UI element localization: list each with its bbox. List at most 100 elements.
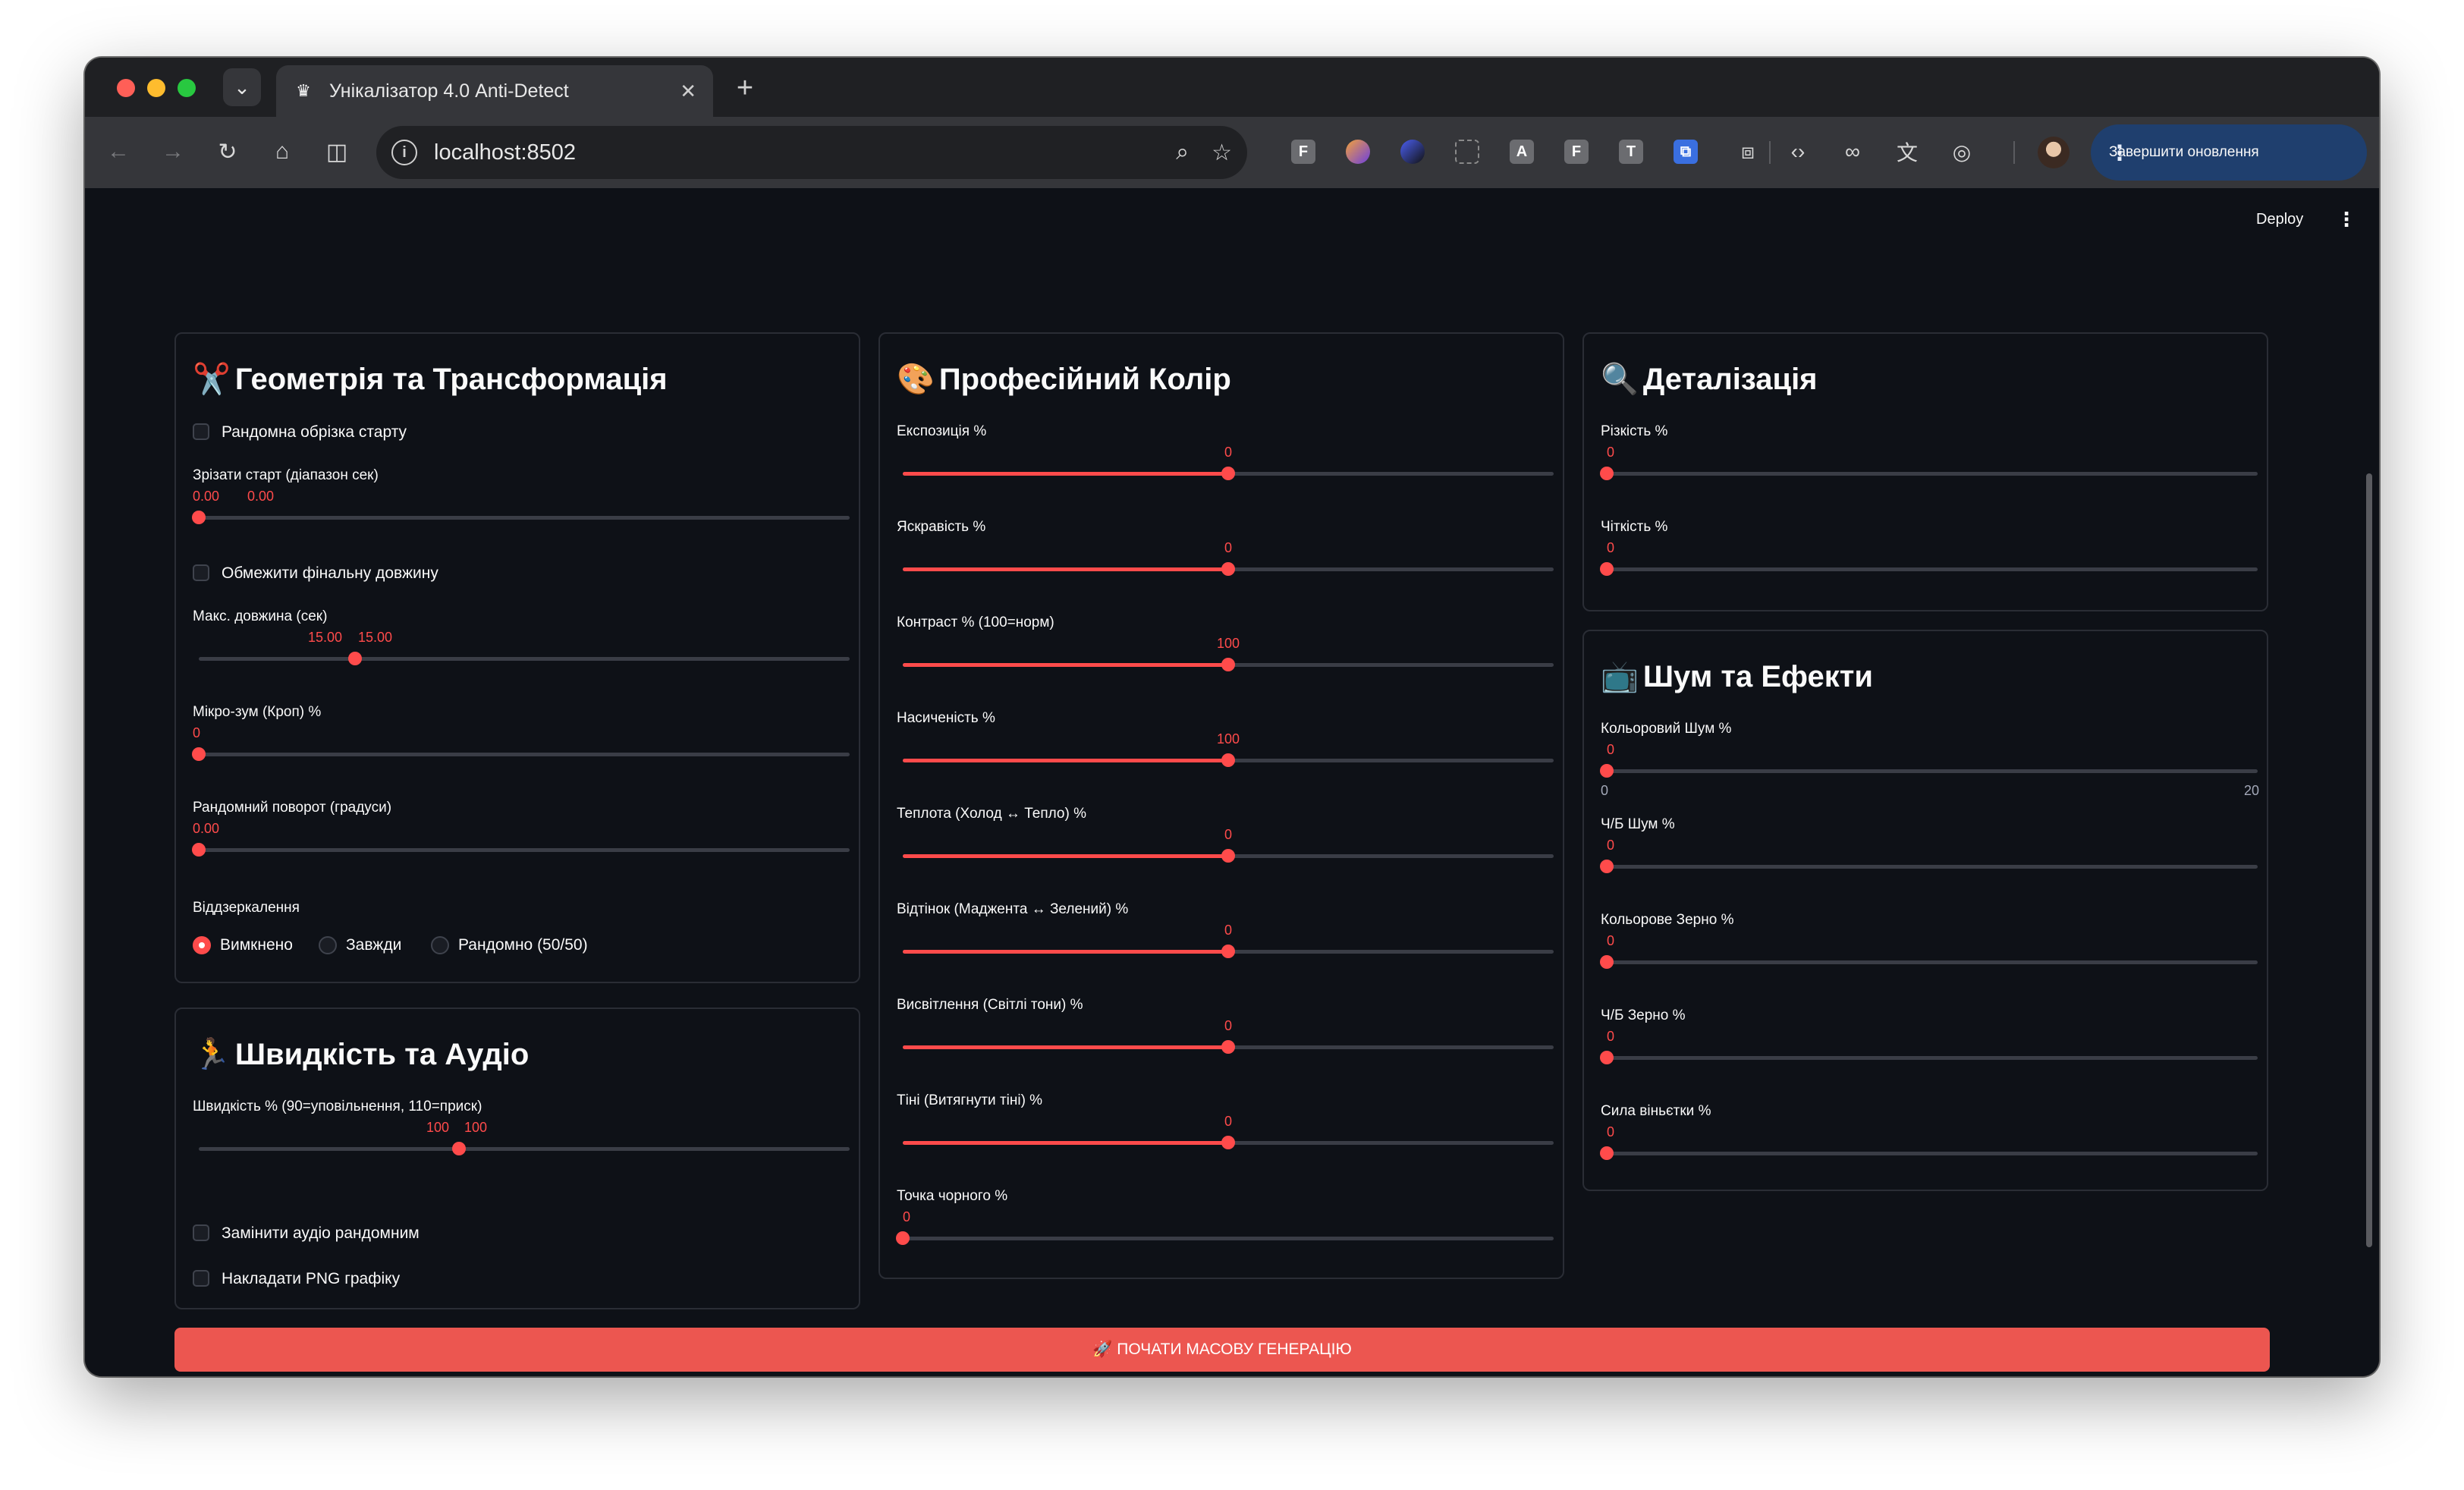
zoom-magnifier-icon[interactable]: ⌕ <box>1176 140 1189 165</box>
noise-slider-thumb[interactable] <box>1600 764 1614 778</box>
geometry-title-text: Геометрія та Трансформація <box>234 363 668 396</box>
extension-screenshot-icon[interactable] <box>1455 140 1479 164</box>
detail-title: 🔍 Деталізація <box>1601 361 1818 397</box>
mirror-always-radio[interactable] <box>319 936 337 954</box>
mirror-off-radio[interactable] <box>193 936 211 954</box>
extension-t-icon[interactable]: T <box>1619 140 1643 164</box>
app-menu-kebab-icon[interactable]: ⋮ <box>2337 208 2356 231</box>
extension-f-icon[interactable]: F <box>1291 140 1315 164</box>
noise-slider-label: Кольорове Зерно % <box>1601 912 1734 928</box>
extensions-puzzle-icon[interactable]: ⧈ <box>1731 135 1765 168</box>
extension-translate-icon[interactable]: ⧉ <box>1674 140 1698 164</box>
trim-start-slider[interactable] <box>192 511 850 524</box>
noise-slider[interactable] <box>1600 860 2258 873</box>
overlay-png-checkbox[interactable] <box>193 1270 209 1287</box>
noise-slider[interactable] <box>1600 955 2258 969</box>
limit-length-checkbox[interactable] <box>193 564 209 581</box>
start-generation-button[interactable]: 🚀 ПОЧАТИ МАСОВУ ГЕНЕРАЦІЮ <box>174 1328 2270 1372</box>
rotation-thumb[interactable] <box>192 843 206 857</box>
finish-update-button[interactable]: Завершити оновлення ⋮ <box>2091 124 2367 181</box>
detail-slider-thumb[interactable] <box>1600 467 1614 480</box>
noise-slider[interactable] <box>1600 1146 2258 1160</box>
back-arrow-icon[interactable]: ← <box>100 134 137 170</box>
site-info-icon[interactable]: i <box>391 140 417 165</box>
micro-zoom-thumb[interactable] <box>192 747 206 761</box>
forward-arrow-icon[interactable]: → <box>155 134 191 170</box>
speed-audio-card: 🏃 Швидкість та Аудіо Швидкість % (90=упов… <box>174 1007 860 1309</box>
close-window-button[interactable] <box>117 79 135 97</box>
mirror-label: Віддзеркалення <box>193 900 300 916</box>
profile-avatar[interactable] <box>2038 137 2070 168</box>
deploy-button[interactable]: Deploy <box>2256 211 2303 228</box>
random-crop-checkbox[interactable] <box>193 423 209 440</box>
link-icon[interactable]: ∞ <box>1836 135 1869 168</box>
color-slider[interactable] <box>903 1040 1554 1054</box>
color-slider-thumb[interactable] <box>896 1231 910 1245</box>
detail-slider[interactable] <box>1600 562 2258 576</box>
new-tab-plus-icon[interactable]: + <box>728 71 762 105</box>
noise-slider-thumb[interactable] <box>1600 1146 1614 1160</box>
overlay-png-label: Накладати PNG графіку <box>222 1270 401 1287</box>
noise-slider[interactable] <box>1600 1051 2258 1064</box>
speed-slider[interactable] <box>199 1142 850 1155</box>
noise-slider-thumb[interactable] <box>1600 1051 1614 1064</box>
extension-sun-icon[interactable] <box>1346 140 1370 164</box>
color-slider-thumb[interactable] <box>1221 562 1235 576</box>
replace-audio-checkbox[interactable] <box>193 1224 209 1241</box>
color-slider-fill <box>903 1045 1228 1049</box>
color-slider-thumb[interactable] <box>1221 1040 1235 1054</box>
minimize-window-button[interactable] <box>147 79 165 97</box>
color-slider-thumb[interactable] <box>1221 1136 1235 1149</box>
rotation-slider[interactable] <box>192 843 850 857</box>
max-length-thumb[interactable] <box>347 652 362 665</box>
color-slider[interactable] <box>903 467 1554 480</box>
color-slider-thumb[interactable] <box>1221 849 1235 863</box>
crown-icon: ♛ <box>296 81 311 100</box>
maximize-window-button[interactable] <box>178 79 196 97</box>
extension-moon-icon[interactable] <box>1400 140 1425 164</box>
color-slider[interactable] <box>903 658 1554 671</box>
color-slider[interactable] <box>903 849 1554 863</box>
color-slider[interactable] <box>903 1136 1554 1149</box>
color-slider[interactable] <box>896 1231 1554 1245</box>
color-slider-thumb[interactable] <box>1221 753 1235 767</box>
split-view-icon[interactable]: ◫ <box>319 134 355 170</box>
color-title-text: Професійний Колір <box>938 363 1231 396</box>
noise-slider-thumb[interactable] <box>1600 955 1614 969</box>
speed-thumb[interactable] <box>452 1142 467 1155</box>
noise-slider[interactable] <box>1600 764 2258 778</box>
color-slider[interactable] <box>903 945 1554 958</box>
mirror-random-radio[interactable] <box>431 936 449 954</box>
max-length-low-value: 15.00 <box>308 630 343 645</box>
devtools-code-icon[interactable]: ‹› <box>1781 135 1815 168</box>
detail-card: 🔍 Деталізація Різкість % 0 Чіткість % 0 <box>1582 332 2268 611</box>
detail-slider[interactable] <box>1600 467 2258 480</box>
color-slider[interactable] <box>903 562 1554 576</box>
detail-slider-thumb[interactable] <box>1600 562 1614 576</box>
tab-search-chevron-icon[interactable]: ⌄ <box>223 68 261 106</box>
reload-icon[interactable]: ↻ <box>209 134 246 170</box>
lens-camera-icon[interactable]: ◎ <box>1945 135 1978 168</box>
color-slider-thumb[interactable] <box>1221 658 1235 671</box>
extension-a-icon[interactable]: A <box>1510 140 1534 164</box>
color-slider[interactable] <box>903 753 1554 767</box>
translate-icon[interactable]: 文 <box>1890 135 1924 168</box>
page-scrollbar[interactable] <box>2366 473 2372 1247</box>
url-text[interactable]: localhost:8502 <box>434 140 1153 165</box>
noise-slider-value: 0 <box>1607 742 1615 757</box>
address-bar[interactable]: i localhost:8502 ⌕ ☆ <box>376 126 1247 179</box>
bookmark-star-icon[interactable]: ☆ <box>1212 140 1232 166</box>
home-icon[interactable]: ⌂ <box>264 134 300 170</box>
browser-tab[interactable]: ♛ Унікалізатор 4.0 Anti-Detect ✕ <box>276 65 713 117</box>
color-slider-thumb[interactable] <box>1221 945 1235 958</box>
trim-start-thumb[interactable] <box>192 511 206 524</box>
speed-high-value: 100 <box>464 1120 488 1135</box>
color-slider-label: Яскравість % <box>897 519 986 535</box>
color-slider-label: Висвітлення (Світлі тони) % <box>897 997 1083 1013</box>
noise-slider-thumb[interactable] <box>1600 860 1614 873</box>
color-slider-thumb[interactable] <box>1221 467 1235 480</box>
max-length-slider[interactable] <box>199 652 850 665</box>
micro-zoom-slider[interactable] <box>192 747 850 761</box>
extension-f2-icon[interactable]: F <box>1564 140 1589 164</box>
close-tab-icon[interactable]: ✕ <box>680 80 696 103</box>
